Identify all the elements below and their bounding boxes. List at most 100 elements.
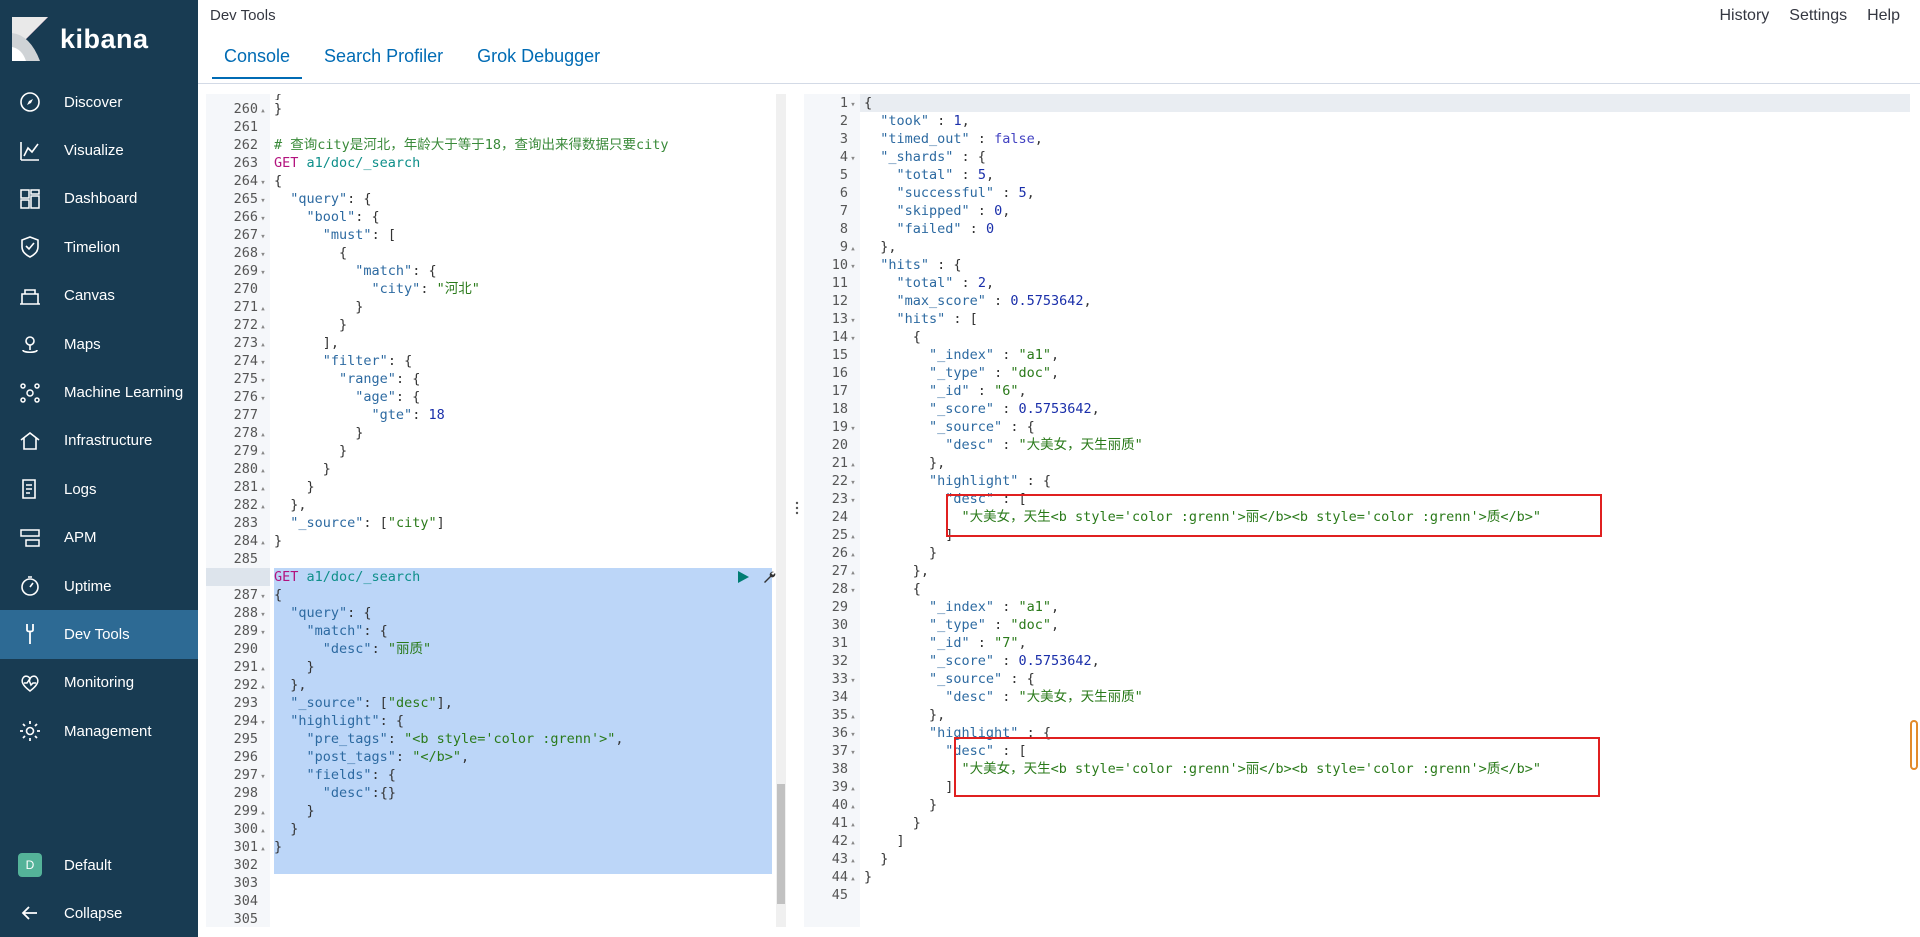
line-number[interactable]: 34 (804, 688, 860, 706)
line-number[interactable]: 40 ▴ (804, 796, 860, 814)
line-number[interactable]: 264 ▾ (206, 172, 270, 190)
line-number[interactable]: 19 ▾ (804, 418, 860, 436)
sidebar-item-timelion[interactable]: Timelion (0, 223, 198, 271)
line-number[interactable]: 17 (804, 382, 860, 400)
line-number[interactable]: 10 ▾ (804, 256, 860, 274)
line-number[interactable]: 260 ▴ (206, 100, 270, 118)
line-number[interactable]: 2 (804, 112, 860, 130)
line-number[interactable]: 30 (804, 616, 860, 634)
line-number[interactable]: 288 ▾ (206, 604, 270, 622)
sidebar-item-logs[interactable]: Logs (0, 465, 198, 513)
line-number[interactable]: 275 ▾ (206, 370, 270, 388)
line-number[interactable]: 26 ▴ (804, 544, 860, 562)
line-number[interactable]: 276 ▾ (206, 388, 270, 406)
sidebar-item-monitoring[interactable]: Monitoring (0, 659, 198, 707)
line-number[interactable]: 25 ▴ (804, 526, 860, 544)
sidebar-item-apm[interactable]: APM (0, 514, 198, 562)
request-scrollbar[interactable] (776, 94, 786, 927)
line-number[interactable]: 8 (804, 220, 860, 238)
line-number[interactable]: 20 (804, 436, 860, 454)
line-number[interactable]: 32 (804, 652, 860, 670)
line-number[interactable]: 274 ▾ (206, 352, 270, 370)
sidebar-item-machine-learning[interactable]: Machine Learning (0, 368, 198, 416)
sidebar-item-dashboard[interactable]: Dashboard (0, 175, 198, 223)
line-number[interactable]: 1 ▾ (804, 94, 860, 112)
sidebar-item-maps[interactable]: Maps (0, 320, 198, 368)
run-request-button[interactable] (734, 568, 752, 586)
breadcrumb[interactable]: Dev Tools (210, 7, 276, 24)
line-number[interactable]: 16 (804, 364, 860, 382)
sidebar-item-visualize[interactable]: Visualize (0, 126, 198, 174)
line-number[interactable]: 279 ▴ (206, 442, 270, 460)
line-number[interactable]: 7 (804, 202, 860, 220)
line-number[interactable]: 22 ▾ (804, 472, 860, 490)
line-number[interactable]: 305 (206, 910, 270, 927)
line-number[interactable]: 41 ▴ (804, 814, 860, 832)
line-number[interactable]: 35 ▴ (804, 706, 860, 724)
tab-search-profiler[interactable]: Search Profiler (312, 46, 455, 79)
line-number[interactable]: 39 ▴ (804, 778, 860, 796)
tab-console[interactable]: Console (212, 46, 303, 79)
line-number[interactable]: 287 ▾ (206, 586, 270, 604)
response-scrollbar-thumb[interactable] (1910, 720, 1918, 770)
request-code[interactable]: }}# 查询city是河北，年龄大于等于18，查询出来得数据只要cityGET … (274, 94, 776, 927)
line-number[interactable]: 302 (206, 856, 270, 874)
line-number[interactable]: 265 ▾ (206, 190, 270, 208)
line-number[interactable]: 297 ▾ (206, 766, 270, 784)
line-number[interactable]: 296 (206, 748, 270, 766)
line-number[interactable]: 291 ▴ (206, 658, 270, 676)
line-number[interactable]: 270 (206, 280, 270, 298)
space-selector[interactable]: D Default (0, 841, 198, 889)
line-number[interactable]: 292 ▴ (206, 676, 270, 694)
line-number[interactable]: 14 ▾ (804, 328, 860, 346)
line-number[interactable]: 278 ▴ (206, 424, 270, 442)
line-number[interactable]: 298 (206, 784, 270, 802)
line-number[interactable]: 289 ▾ (206, 622, 270, 640)
line-number[interactable]: 43 ▴ (804, 850, 860, 868)
line-number[interactable]: 4 ▾ (804, 148, 860, 166)
line-number[interactable]: 3 (804, 130, 860, 148)
line-number[interactable]: 38 (804, 760, 860, 778)
line-number[interactable]: 268 ▾ (206, 244, 270, 262)
line-number[interactable]: 294 ▾ (206, 712, 270, 730)
line-number[interactable]: 11 (804, 274, 860, 292)
sidebar-item-management[interactable]: Management (0, 707, 198, 755)
line-number[interactable]: 29 (804, 598, 860, 616)
line-number[interactable]: 18 (804, 400, 860, 418)
line-number[interactable]: 21 ▴ (804, 454, 860, 472)
sidebar-item-canvas[interactable]: Canvas (0, 272, 198, 320)
line-number[interactable]: 293 (206, 694, 270, 712)
sidebar-item-uptime[interactable]: Uptime (0, 562, 198, 610)
request-editor[interactable]: 260 ▴ 261 262 263 264 ▾ 265 ▾ 266 ▾ 267 ▾ 268 ▾ 269 ▾ 270… (206, 94, 776, 927)
line-number[interactable]: 273 ▴ (206, 334, 270, 352)
line-number[interactable]: 267 ▾ (206, 226, 270, 244)
line-number[interactable]: 13 ▾ (804, 310, 860, 328)
line-number[interactable]: 5 (804, 166, 860, 184)
collapse-button[interactable]: Collapse (0, 889, 198, 937)
line-number[interactable]: 33 ▾ (804, 670, 860, 688)
line-number[interactable]: 27 ▴ (804, 562, 860, 580)
line-number[interactable]: 23 ▾ (804, 490, 860, 508)
line-number[interactable]: 304 (206, 892, 270, 910)
line-number[interactable]: 263 (206, 154, 270, 172)
sidebar-item-discover[interactable]: Discover (0, 78, 198, 126)
line-number[interactable]: 24 (804, 508, 860, 526)
wrench-icon[interactable] (760, 568, 776, 586)
line-number[interactable]: 12 (804, 292, 860, 310)
line-number[interactable]: 300 ▴ (206, 820, 270, 838)
brand[interactable]: kibana (0, 0, 198, 78)
tab-grok-debugger[interactable]: Grok Debugger (465, 46, 612, 79)
line-number[interactable]: 44 ▴ (804, 868, 860, 886)
line-number[interactable]: 272 ▴ (206, 316, 270, 334)
line-number[interactable]: 269 ▾ (206, 262, 270, 280)
line-number[interactable]: 28 ▾ (804, 580, 860, 598)
line-number[interactable]: 9 ▴ (804, 238, 860, 256)
line-number[interactable]: 15 (804, 346, 860, 364)
line-number[interactable]: 42 ▴ (804, 832, 860, 850)
line-number[interactable]: 281 ▴ (206, 478, 270, 496)
line-number[interactable]: 285 (206, 550, 270, 568)
sidebar-item-infrastructure[interactable]: Infrastructure (0, 417, 198, 465)
pane-resizer-handle[interactable] (794, 500, 800, 516)
request-scrollbar-thumb[interactable] (777, 784, 785, 904)
history-link[interactable]: History (1720, 7, 1770, 25)
